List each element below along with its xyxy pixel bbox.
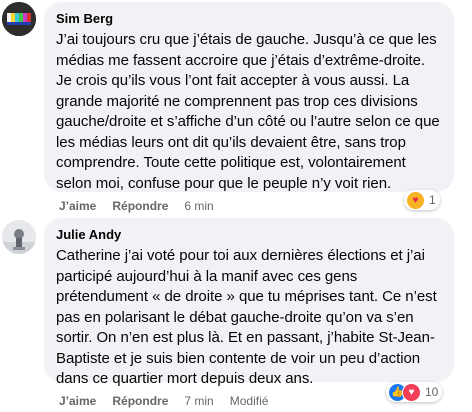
like-button[interactable]: J’aime [59, 394, 96, 408]
comment-timestamp[interactable]: 7 min [184, 394, 213, 408]
avatar-julie-andy[interactable] [2, 220, 36, 254]
comment-bubble: Julie Andy Catherine j’ai voté pour toi … [44, 218, 454, 387]
comment-author[interactable]: Sim Berg [56, 10, 442, 27]
reply-button[interactable]: Répondre [112, 199, 168, 213]
reaction-summary[interactable]: 👍 ♥ 10 [386, 382, 443, 402]
comment-text: Catherine j’ai voté pour toi aux dernièr… [56, 247, 437, 387]
comment-author[interactable]: Julie Andy [56, 226, 442, 243]
comment-timestamp[interactable]: 6 min [184, 199, 213, 213]
care-emoji-icon: ♥ [406, 190, 425, 210]
edited-label: Modifié [229, 394, 269, 408]
love-icon: ♥ [402, 382, 421, 402]
comment-actions: J’aime Répondre 6 min [59, 199, 214, 213]
comment-bubble: Sim Berg J’ai toujours cru que j’étais d… [44, 2, 454, 192]
comment-actions: J’aime Répondre 7 min Modifié [59, 394, 268, 408]
avatar-image [2, 220, 36, 254]
reaction-count: 10 [425, 385, 439, 399]
reaction-count: 1 [429, 193, 436, 207]
comment-text: J’ai toujours cru que j’étais de gauche.… [56, 31, 440, 192]
avatar-image [2, 2, 36, 36]
avatar-sim-berg[interactable] [2, 2, 36, 36]
reaction-summary[interactable]: ♥ 1 [404, 190, 440, 210]
reply-button[interactable]: Répondre [112, 394, 168, 408]
like-button[interactable]: J’aime [59, 199, 96, 213]
